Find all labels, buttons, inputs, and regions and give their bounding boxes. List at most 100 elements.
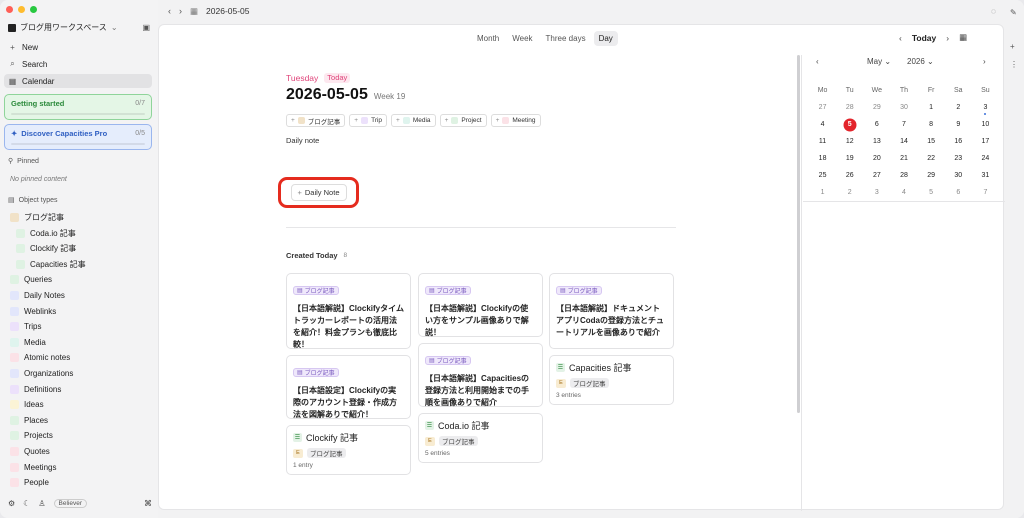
- add-daily-note-button[interactable]: + Daily Note: [290, 184, 347, 201]
- article-card[interactable]: ▤ ブログ記事 【日本語設定】Clockifyの実際のアカウント登録・作成方法を図…: [286, 355, 411, 419]
- create-chip[interactable]: + ブログ記事: [286, 114, 346, 127]
- calendar-day[interactable]: 7: [972, 184, 999, 201]
- create-chip[interactable]: + Meeting: [490, 114, 541, 127]
- calendar-day[interactable]: 10: [972, 116, 999, 133]
- article-card[interactable]: ▤ ブログ記事 【日本語解説】Clockifyの使い方をサンプル画像ありで解説！: [418, 273, 543, 337]
- calendar-day[interactable]: 1: [918, 99, 945, 116]
- calendar-day[interactable]: 11: [809, 133, 836, 150]
- calendar-day[interactable]: 28: [890, 167, 917, 184]
- sidebar-item-object-type[interactable]: Media: [10, 336, 46, 349]
- calendar-day[interactable]: 18: [809, 150, 836, 167]
- calendar-day[interactable]: 22: [918, 150, 945, 167]
- article-card[interactable]: ▤ ブログ記事 【日本語解説】ドキュメントアプリCodaの登録方法とチュートリアル…: [549, 273, 674, 349]
- calendar-day[interactable]: 29: [918, 167, 945, 184]
- calendar-day[interactable]: 5: [836, 116, 863, 133]
- year-select[interactable]: 2026 ⌄: [907, 57, 934, 66]
- calendar-day[interactable]: 3: [972, 99, 999, 116]
- forward-arrow-icon[interactable]: ›: [179, 6, 182, 16]
- calendar-day[interactable]: 16: [945, 133, 972, 150]
- article-card[interactable]: ▤ ブログ記事 【日本語解説】Clockifyタイムトラッカーレポートの活用法を紹…: [286, 273, 411, 349]
- tab-title[interactable]: 2026-05-05: [206, 6, 249, 16]
- command-icon[interactable]: ⌘: [144, 499, 152, 508]
- sidebar-item-object-type[interactable]: Places: [10, 414, 48, 427]
- sidebar-item-object-type[interactable]: Ideas: [10, 398, 44, 411]
- create-chip[interactable]: + Project: [439, 114, 487, 127]
- sidebar-item-calendar[interactable]: ▦ Calendar: [4, 74, 152, 88]
- collection-card[interactable]: ☰ Capacities 記事 E ブログ記事 3 entries: [549, 355, 674, 405]
- calendar-day[interactable]: 7: [890, 116, 917, 133]
- calendar-day[interactable]: 17: [972, 133, 999, 150]
- back-arrow-icon[interactable]: ‹: [168, 6, 171, 16]
- sidebar-item-object-type[interactable]: Queries: [10, 273, 52, 286]
- sidebar-item-object-type[interactable]: Meetings: [10, 461, 56, 474]
- article-card[interactable]: ▤ ブログ記事 【日本語解説】Capacitiesの登録方法と利用開始までの手順を…: [418, 343, 543, 407]
- calendar-day[interactable]: 15: [918, 133, 945, 150]
- discover-pro-card[interactable]: ✦ Discover Capacities Pro 0/5: [4, 124, 152, 150]
- calendar-day[interactable]: 19: [836, 150, 863, 167]
- sidebar-item-object-type[interactable]: Atomic notes: [10, 351, 70, 364]
- calendar-day[interactable]: 13: [863, 133, 890, 150]
- calendar-day[interactable]: 8: [918, 116, 945, 133]
- pencil-icon[interactable]: ✎: [1010, 8, 1017, 17]
- calendar-day[interactable]: 27: [809, 99, 836, 116]
- sidebar-item-object-type[interactable]: Quotes: [10, 445, 50, 458]
- calendar-day[interactable]: 23: [945, 150, 972, 167]
- workspace-switcher[interactable]: ブログ用ワークスペース ⌄ ▣: [8, 22, 150, 33]
- calendar-day[interactable]: 4: [890, 184, 917, 201]
- minimize-window-button[interactable]: [18, 6, 25, 13]
- tab-three-days[interactable]: Three days: [541, 31, 591, 46]
- month-select[interactable]: May ⌄: [867, 57, 891, 66]
- collection-card[interactable]: ☰ Coda.io 記事 E ブログ記事 5 entries: [418, 413, 543, 463]
- sidebar-item-object-type[interactable]: Clockify 記事: [16, 242, 76, 255]
- search-button[interactable]: ⌕ Search: [8, 57, 152, 71]
- calendar-day[interactable]: 30: [890, 99, 917, 116]
- maximize-window-button[interactable]: [30, 6, 37, 13]
- scrollbar[interactable]: [797, 55, 800, 413]
- create-chip[interactable]: + Trip: [349, 114, 388, 127]
- sidebar-item-object-type[interactable]: Weblinks: [10, 305, 56, 318]
- sidebar-item-object-type[interactable]: Trips: [10, 320, 41, 333]
- calendar-day[interactable]: 30: [945, 167, 972, 184]
- next-month-icon[interactable]: ›: [983, 57, 986, 66]
- calendar-day[interactable]: 12: [836, 133, 863, 150]
- tab-month[interactable]: Month: [472, 31, 504, 46]
- calendar-day[interactable]: 3: [863, 184, 890, 201]
- next-day-icon[interactable]: ›: [946, 33, 949, 43]
- calendar-day[interactable]: 9: [945, 116, 972, 133]
- sidebar-item-object-type[interactable]: Coda.io 記事: [16, 227, 76, 240]
- new-button[interactable]: + New: [8, 40, 152, 54]
- calendar-day[interactable]: 2: [836, 184, 863, 201]
- calendar-day[interactable]: 21: [890, 150, 917, 167]
- believer-badge[interactable]: Believer: [53, 499, 87, 508]
- add-icon[interactable]: +: [1010, 42, 1015, 51]
- calendar-day[interactable]: 27: [863, 167, 890, 184]
- sidebar-item-object-type[interactable]: Projects: [10, 429, 53, 442]
- create-chip[interactable]: + Media: [391, 114, 436, 127]
- sidebar-item-object-type[interactable]: ブログ記事: [10, 211, 64, 224]
- more-icon[interactable]: ⋮: [1010, 60, 1018, 69]
- calendar-picker-icon[interactable]: ▦: [959, 32, 967, 43]
- settings-icon[interactable]: ⚙: [8, 499, 15, 508]
- calendar-day[interactable]: 14: [890, 133, 917, 150]
- calendar-day[interactable]: 20: [863, 150, 890, 167]
- sidebar-item-object-type[interactable]: Definitions: [10, 383, 61, 396]
- prev-day-icon[interactable]: ‹: [899, 33, 902, 43]
- tab-day[interactable]: Day: [593, 31, 618, 46]
- calendar-day[interactable]: 29: [863, 99, 890, 116]
- calendar-day[interactable]: 28: [836, 99, 863, 116]
- calendar-day[interactable]: 26: [836, 167, 863, 184]
- today-button[interactable]: Today: [912, 33, 936, 43]
- calendar-day[interactable]: 24: [972, 150, 999, 167]
- calendar-day[interactable]: 5: [918, 184, 945, 201]
- sync-icon[interactable]: ◌: [991, 6, 1004, 16]
- sidebar-item-object-type[interactable]: Capacities 記事: [16, 258, 86, 271]
- calendar-day[interactable]: 6: [945, 184, 972, 201]
- moon-icon[interactable]: ☾: [23, 499, 30, 508]
- sidebar-item-object-type[interactable]: Organizations: [10, 367, 73, 380]
- close-window-button[interactable]: [6, 6, 13, 13]
- user-icon[interactable]: ♙: [38, 499, 45, 508]
- sidebar-item-object-type[interactable]: Daily Notes: [10, 289, 65, 302]
- getting-started-card[interactable]: Getting started 0/7: [4, 94, 152, 120]
- sidebar-toggle-icon[interactable]: ▣: [142, 23, 150, 32]
- calendar-day[interactable]: 2: [945, 99, 972, 116]
